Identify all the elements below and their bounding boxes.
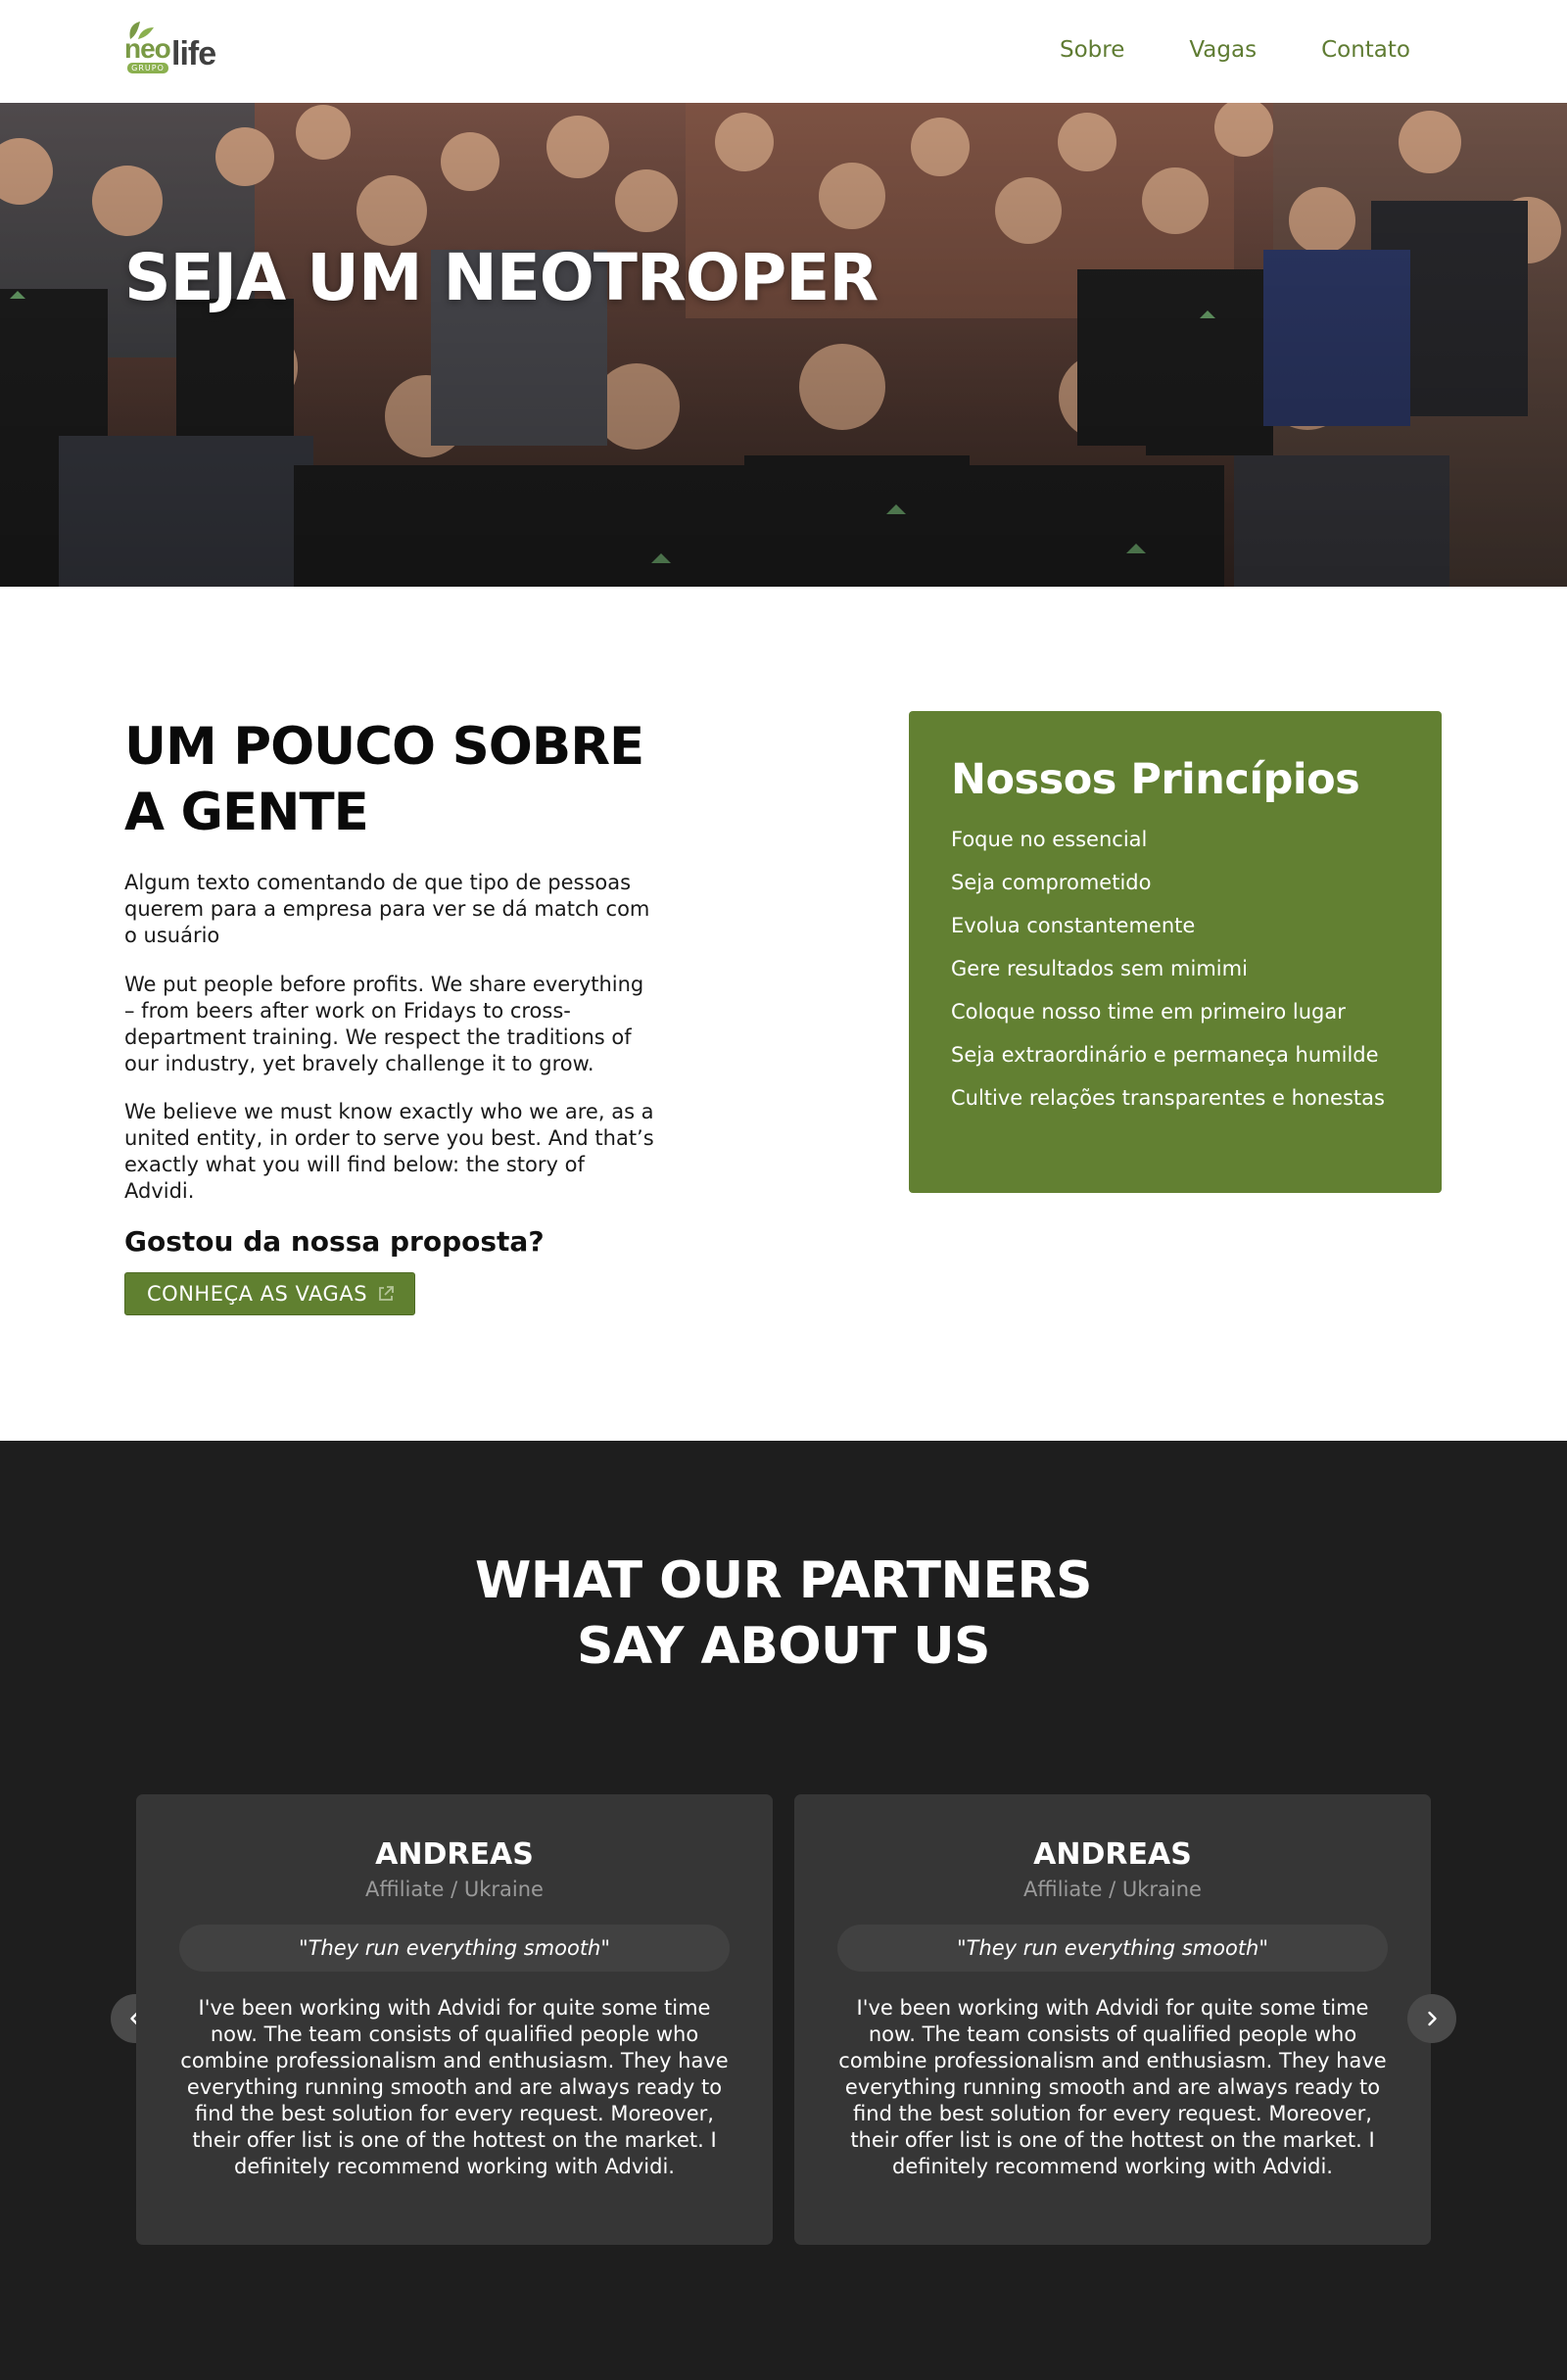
testimonial-card: ANDREAS Affiliate / Ukraine "They run ev… <box>136 1794 773 2245</box>
logo[interactable]: neo life GRUPO <box>124 20 232 74</box>
logo-grupo-badge: GRUPO <box>127 63 168 73</box>
team-photo-image <box>0 103 1567 587</box>
about-section: UM POUCO SOBRE A GENTE Algum texto comen… <box>0 587 1567 1441</box>
principle-item: Foque no essencial <box>951 828 1148 851</box>
principles-title: Nossos Princípios <box>951 755 1360 804</box>
hero-title: SEJA UM NEOTROPER <box>124 240 878 315</box>
testimonial-name: ANDREAS <box>375 1837 534 1872</box>
principle-item: Cultive relações transparentes e honesta… <box>951 1086 1385 1110</box>
main-nav: Sobre Vagas Contato <box>1060 37 1410 63</box>
logo-neo-text: neo <box>124 33 171 64</box>
nav-link-sobre[interactable]: Sobre <box>1060 37 1124 63</box>
logo-life-text: life <box>171 35 216 72</box>
principles-list: Foque no essencial Seja comprometido Evo… <box>951 829 1411 1130</box>
testimonials-title-line2: SAY ABOUT US <box>576 1617 991 1676</box>
about-title: UM POUCO SOBRE A GENTE <box>124 717 644 842</box>
principles-box: Nossos Princípios Foque no essencial Sej… <box>909 711 1442 1193</box>
testimonial-text: I've been working with Advidi for quite … <box>838 1996 1387 2178</box>
principle-item: Evolua constantemente <box>951 914 1196 937</box>
testimonials-section: WHAT OUR PARTNERS SAY ABOUT US ANDREAS A… <box>0 1441 1567 2380</box>
cta-heading: Gostou da nossa proposta? <box>124 1225 545 1258</box>
principle-item: Seja comprometido <box>951 871 1152 894</box>
principle-item: Gere resultados sem mimimi <box>951 957 1248 980</box>
testimonials-title: WHAT OUR PARTNERS SAY ABOUT US <box>0 1548 1567 1680</box>
testimonials-title-line1: WHAT OUR PARTNERS <box>474 1551 1093 1610</box>
site-header: neo life GRUPO Sobre Vagas Contato <box>0 0 1567 103</box>
testimonial-quote: "They run everything smooth" <box>179 1925 730 1972</box>
external-link-icon <box>379 1286 394 1301</box>
see-jobs-button-label: CONHEÇA AS VAGAS <box>147 1282 368 1306</box>
about-paragraph: We put people before profits. We share e… <box>124 973 644 1075</box>
nav-link-contato[interactable]: Contato <box>1321 37 1410 63</box>
testimonial-role: Affiliate / Ukraine <box>1023 1878 1202 1901</box>
principle-item: Coloque nosso time em primeiro lugar <box>951 1000 1346 1023</box>
hero-banner: SEJA UM NEOTROPER <box>0 103 1567 587</box>
testimonial-quote: "They run everything smooth" <box>837 1925 1388 1972</box>
testimonial-text: I've been working with Advidi for quite … <box>180 1996 729 2178</box>
carousel-next-button[interactable] <box>1407 1994 1456 2043</box>
testimonial-card: ANDREAS Affiliate / Ukraine "They run ev… <box>794 1794 1431 2245</box>
principle-item: Seja extraordinário e permaneça humilde <box>951 1043 1379 1067</box>
chevron-right-icon <box>1428 2011 1437 2026</box>
see-jobs-button[interactable]: CONHEÇA AS VAGAS <box>124 1272 415 1315</box>
about-paragraph: We believe we must know exactly who we a… <box>124 1100 654 1203</box>
testimonial-role: Affiliate / Ukraine <box>365 1878 544 1901</box>
testimonial-name: ANDREAS <box>1033 1837 1192 1872</box>
about-paragraph: Algum texto comentando de que tipo de pe… <box>124 871 650 947</box>
nav-link-vagas[interactable]: Vagas <box>1189 37 1257 63</box>
